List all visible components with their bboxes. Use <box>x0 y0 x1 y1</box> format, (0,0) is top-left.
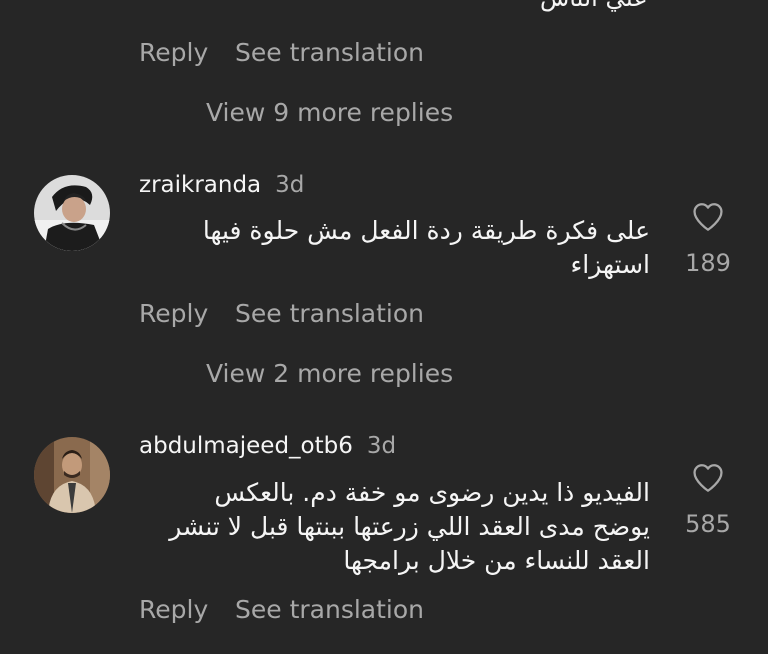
like-button[interactable] <box>690 200 726 238</box>
username[interactable]: zraikranda <box>139 172 261 198</box>
avatar[interactable] <box>34 437 110 513</box>
view-more-replies-button[interactable]: View 2 more replies <box>206 359 453 388</box>
comment-line: الفيديو ذا يدين رضوى مو خفة دم. بالعكس <box>214 478 650 507</box>
reply-button[interactable]: Reply <box>139 38 208 67</box>
reply-button[interactable]: Reply <box>139 595 208 624</box>
comment-text: الفيديو ذا يدين رضوى مو خفة دم. بالعكس ي… <box>130 476 650 578</box>
comment-line: على فكرة طريقة ردة الفعل مش حلوة فيها <box>202 216 650 245</box>
comment-line: العقد للنساء من خلال برامجها <box>343 546 650 575</box>
like-count: 189 <box>685 249 731 277</box>
avatar[interactable] <box>34 175 110 251</box>
view-more-replies-button[interactable]: View 9 more replies <box>206 98 453 127</box>
previous-comment-text: علي الناس <box>540 0 648 12</box>
heart-outline-icon <box>693 203 723 231</box>
comment-line: يوضح مدى العقد اللي زرعتها ببنتها قبل لا… <box>169 512 650 541</box>
comment-line: استهزاء <box>570 250 650 279</box>
see-translation-button[interactable]: See translation <box>235 38 424 67</box>
see-translation-button[interactable]: See translation <box>235 299 424 328</box>
heart-outline-icon <box>693 464 723 492</box>
avatar-image <box>34 437 110 513</box>
like-button[interactable] <box>690 461 726 499</box>
comment-text: على فكرة طريقة ردة الفعل مش حلوة فيها اس… <box>130 214 650 282</box>
comment-time: 3d <box>275 172 305 198</box>
username[interactable]: abdulmajeed_otb6 <box>139 433 353 459</box>
avatar-image <box>34 175 110 251</box>
like-count: 585 <box>685 510 731 538</box>
comment-time: 3d <box>366 433 397 459</box>
see-translation-button[interactable]: See translation <box>235 595 424 624</box>
reply-button[interactable]: Reply <box>139 299 208 328</box>
